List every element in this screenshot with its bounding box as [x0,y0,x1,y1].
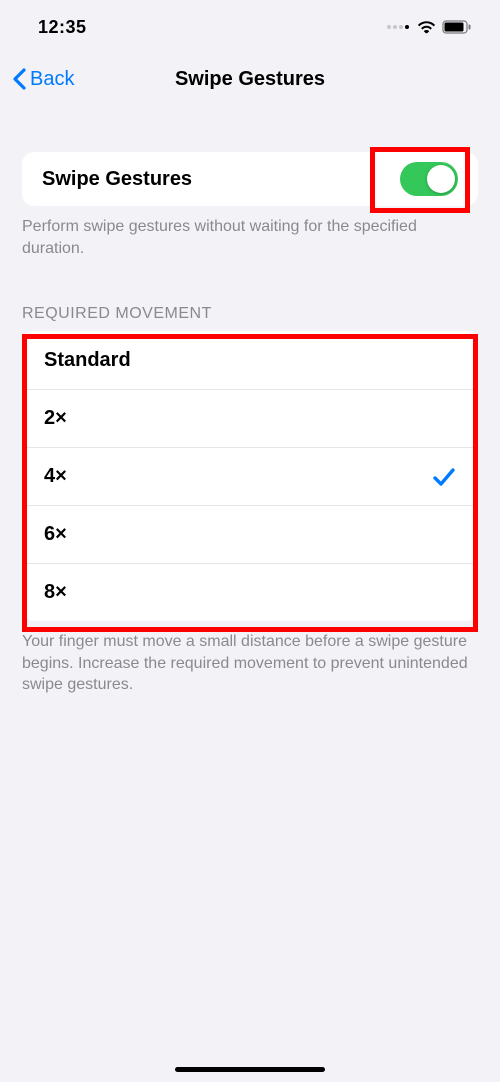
swipe-gestures-label: Swipe Gestures [42,168,192,191]
movement-option-2x[interactable]: 2× [22,389,478,447]
movement-option-6x[interactable]: 6× [22,505,478,563]
required-movement-footer: Your finger must move a small distance b… [0,621,500,696]
chevron-left-icon [12,68,26,90]
status-indicators [387,20,472,34]
swipe-gestures-toggle-cell[interactable]: Swipe Gestures [22,152,478,206]
movement-option-label: 2× [44,407,67,430]
status-time: 12:35 [38,17,87,38]
back-label: Back [30,68,74,91]
home-indicator[interactable] [175,1067,325,1072]
checkmark-icon [432,466,456,488]
required-movement-list: Standard 2× 4× 6× 8× [22,331,478,621]
swipe-gestures-footer: Perform swipe gestures without waiting f… [0,206,500,259]
movement-option-label: 6× [44,523,67,546]
page-title: Swipe Gestures [175,68,325,91]
required-movement-header: REQUIRED MOVEMENT [0,305,500,331]
movement-option-label: 8× [44,581,67,604]
status-bar: 12:35 [0,0,500,54]
wifi-icon [417,20,436,34]
navigation-bar: Back Swipe Gestures [0,54,500,104]
switch-knob [427,165,455,193]
swipe-gestures-switch[interactable] [400,162,458,196]
battery-icon [442,20,472,34]
back-button[interactable]: Back [12,68,74,91]
movement-option-4x[interactable]: 4× [22,447,478,505]
cellular-signal-icon [387,25,409,29]
movement-option-label: 4× [44,465,67,488]
movement-option-standard[interactable]: Standard [22,331,478,389]
movement-option-label: Standard [44,349,131,372]
movement-option-8x[interactable]: 8× [22,563,478,621]
